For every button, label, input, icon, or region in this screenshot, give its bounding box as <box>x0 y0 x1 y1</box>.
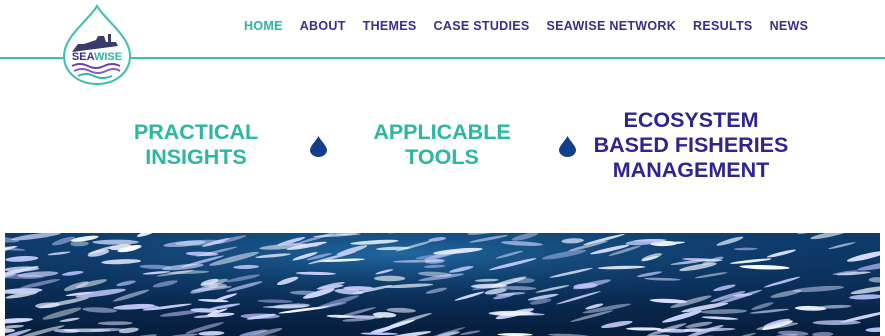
main-nav: HOME ABOUT THEMES CASE STUDIES SEAWISE N… <box>244 19 808 33</box>
tagline-line: PRACTICAL <box>133 120 259 144</box>
nav-themes[interactable]: THEMES <box>363 19 417 33</box>
hero-fish-image <box>5 233 880 336</box>
tagline-ebfm: ECOSYSTEM BASED FISHERIES MANAGEMENT <box>582 108 800 183</box>
nav-results[interactable]: RESULTS <box>693 19 753 33</box>
tagline-line: APPLICABLE <box>373 120 511 144</box>
tagline-line: TOOLS <box>405 145 479 169</box>
nav-about[interactable]: ABOUT <box>300 19 346 33</box>
water-drop-icon <box>559 136 576 157</box>
site-header: SEAWISE HOME ABOUT THEMES CASE STUDIES S… <box>0 0 885 86</box>
tagline-practical-insights: PRACTICAL INSIGHTS <box>120 120 272 170</box>
tagline-applicable-tools: APPLICABLE TOOLS <box>360 120 524 170</box>
nav-news[interactable]: NEWS <box>770 19 809 33</box>
svg-text:SEAWISE: SEAWISE <box>72 51 122 63</box>
seawise-logo[interactable]: SEAWISE <box>58 3 136 86</box>
tagline-line: MANAGEMENT <box>612 158 770 182</box>
nav-case-studies[interactable]: CASE STUDIES <box>434 19 530 33</box>
tagline-line: ECOSYSTEM <box>623 108 759 132</box>
fish-shape <box>373 275 406 282</box>
tagline-line: INSIGHTS <box>145 145 247 169</box>
tagline-line: BASED FISHERIES <box>593 133 789 157</box>
water-drop-icon <box>310 136 327 157</box>
nav-home[interactable]: HOME <box>244 19 283 33</box>
nav-seawise-network[interactable]: SEAWISE NETWORK <box>547 19 677 33</box>
